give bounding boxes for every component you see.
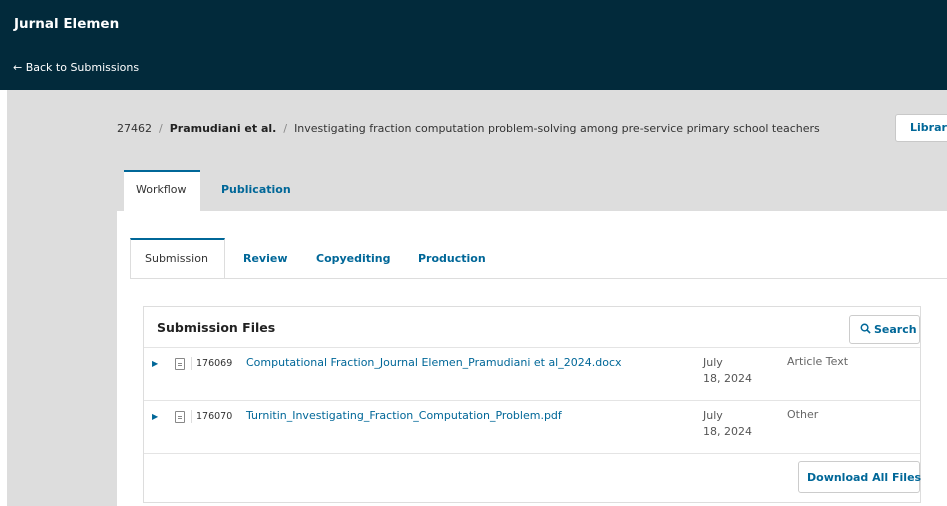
file-row: ▶ 176069 Computational Fraction_Journal … <box>144 347 920 400</box>
file-date-month: July <box>703 356 723 369</box>
tab-publication[interactable]: Publication <box>221 170 291 211</box>
submission-header: 27462 / Pramudiani et al. / Investigating fr… <box>7 90 947 211</box>
file-id: 176070 <box>191 410 236 423</box>
back-to-submissions-link[interactable]: ← Back to Submissions <box>13 61 139 74</box>
file-type: Other <box>787 408 819 421</box>
tab-submission[interactable]: Submission <box>130 238 225 279</box>
file-name-link[interactable]: Computational Fraction_Journal Elemen_Pr… <box>246 356 622 369</box>
file-date: July 18, 2024 <box>703 408 773 440</box>
breadcrumb-separator: / <box>159 122 163 135</box>
file-icon <box>175 358 185 370</box>
submission-id: 27462 <box>117 122 152 135</box>
download-all-files-button[interactable]: Download All Files <box>798 461 921 493</box>
file-row: ▶ 176070 Turnitin_Investigating_Fraction… <box>144 400 920 453</box>
search-button[interactable]: Search <box>849 315 920 344</box>
file-icon <box>175 411 185 423</box>
file-date: July 18, 2024 <box>703 355 773 387</box>
tab-workflow[interactable]: Workflow <box>124 170 200 211</box>
file-date-month: July <box>703 409 723 422</box>
file-name-link[interactable]: Turnitin_Investigating_Fraction_Computat… <box>246 409 562 422</box>
left-edge <box>0 90 7 506</box>
caret-right-icon[interactable]: ▶ <box>152 359 158 368</box>
journal-title[interactable]: Jurnal Elemen <box>14 16 119 32</box>
file-id: 176069 <box>191 357 236 370</box>
breadcrumb-separator: / <box>283 122 288 135</box>
submission-title: Investigating fraction computation probl… <box>294 122 820 135</box>
download-row: Download All Files <box>144 453 921 503</box>
file-date-day-year: 18, 2024 <box>703 372 752 385</box>
file-date-day-year: 18, 2024 <box>703 425 752 438</box>
tab-production[interactable]: Production <box>418 238 486 279</box>
tab-divider <box>130 278 947 279</box>
library-button[interactable]: Library <box>895 114 947 142</box>
search-button-label: Search <box>874 323 917 336</box>
top-header: Jurnal Elemen ← Back to Submissions <box>0 0 947 90</box>
files-panel-title: Submission Files <box>157 320 276 335</box>
submission-author: Pramudiani et al. <box>169 122 277 135</box>
submission-files-panel: Submission Files Search ▶ 176069 Computa… <box>143 306 921 503</box>
file-type: Article Text <box>787 355 849 368</box>
caret-right-icon[interactable]: ▶ <box>152 412 158 421</box>
workflow-panel: Submission Review Copyediting Production… <box>117 211 947 506</box>
tab-review[interactable]: Review <box>243 238 288 279</box>
breadcrumb: 27462 / Pramudiani et al. / Investigating fr… <box>117 122 820 135</box>
tab-copyediting[interactable]: Copyediting <box>316 238 391 279</box>
search-icon <box>860 323 871 334</box>
